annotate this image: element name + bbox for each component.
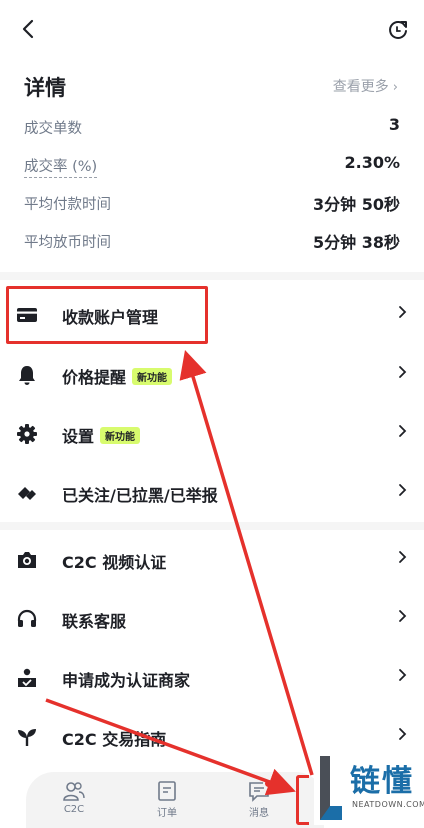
menu-item-label: C2C 视频认证 — [62, 553, 167, 572]
details-title: 详情 — [24, 76, 66, 100]
top-bar — [0, 0, 424, 60]
stat-value: 3 — [388, 115, 400, 134]
watermark-subtitle: NEATDOWN.COM — [352, 800, 424, 809]
refresh-icon[interactable] — [386, 18, 410, 42]
stat-row: 平均放币时间 5分钟 38秒 — [24, 229, 400, 253]
menu-item-label: 申请成为认证商家 — [62, 671, 191, 690]
stat-label: 成交单数 — [24, 121, 82, 137]
view-more-link[interactable]: 查看更多 › — [333, 76, 398, 96]
tab-c2c[interactable]: C2C — [44, 778, 104, 824]
menu-item-customer-service[interactable]: 联系客服 — [0, 590, 424, 648]
stat-row: 成交单数 3 — [24, 115, 400, 139]
tab-messages[interactable]: 消息 — [229, 778, 289, 824]
stat-label: 平均付款时间 — [24, 197, 111, 213]
highlight-box — [6, 286, 208, 344]
menu-item-follow-block-report[interactable]: 已关注/已拉黑/已举报 — [0, 464, 424, 522]
new-feature-badge: 新功能 — [100, 427, 141, 444]
menu-item-settings[interactable]: 设置 新功能 — [0, 405, 424, 463]
headphones-icon — [17, 609, 37, 627]
tab-label: 订单 — [157, 808, 177, 819]
new-feature-badge: 新功能 — [132, 368, 173, 385]
tab-label: C2C — [63, 804, 85, 815]
watermark-logo — [320, 756, 342, 820]
stat-label[interactable]: 成交率 (%) — [24, 155, 98, 178]
chevron-right-icon — [399, 728, 407, 740]
camera-icon — [18, 552, 36, 568]
menu-item-text: 设置 — [62, 427, 95, 446]
bell-icon — [19, 366, 35, 385]
highlight-bracket — [296, 775, 309, 825]
menu-item-become-merchant[interactable]: 申请成为认证商家 — [0, 649, 424, 707]
chevron-right-icon — [399, 610, 407, 622]
sprout-icon — [18, 729, 36, 746]
view-more-label: 查看更多 — [332, 79, 389, 95]
tab-label: 消息 — [249, 808, 269, 819]
users-icon — [63, 782, 85, 801]
tag-icon — [18, 487, 36, 500]
menu-item-label: 联系客服 — [62, 612, 127, 631]
watermark: 链懂 NEATDOWN.COM — [314, 752, 424, 825]
menu-item-video-verification[interactable]: C2C 视频认证 — [0, 531, 424, 589]
chevron-right-icon — [399, 551, 407, 563]
menu-item-label: C2C 交易指南 — [62, 730, 167, 749]
stat-label: 平均放币时间 — [24, 235, 111, 251]
section-divider — [0, 522, 424, 530]
stat-row: 成交率 (%) 2.30% — [24, 153, 400, 178]
watermark-title: 链懂 — [350, 764, 414, 799]
gear-icon — [17, 424, 37, 444]
notification-dot — [263, 778, 274, 789]
stat-row: 平均付款时间 3分钟 50秒 — [24, 191, 400, 215]
chevron-right-icon — [399, 306, 407, 318]
document-icon — [158, 781, 176, 801]
menu-item-price-alert[interactable]: 价格提醒 新功能 — [0, 346, 424, 404]
menu-item-label: 价格提醒 新功能 — [62, 364, 173, 388]
merchant-icon — [18, 668, 36, 687]
stat-value: 2.30% — [344, 153, 400, 172]
tab-orders[interactable]: 订单 — [137, 778, 197, 824]
bottom-tab-bar: C2C 订单 消息 — [26, 772, 324, 828]
menu-item-label: 已关注/已拉黑/已举报 — [62, 486, 218, 505]
chevron-right-icon — [399, 425, 407, 437]
stat-value: 5分钟 38秒 — [313, 233, 400, 252]
stat-value: 3分钟 50秒 — [313, 195, 400, 214]
menu-item-label: 设置 新功能 — [62, 423, 141, 447]
chevron-right-icon — [399, 669, 407, 681]
section-divider — [0, 272, 424, 280]
menu-item-text: 价格提醒 — [62, 368, 127, 387]
chevron-right-icon — [399, 484, 407, 496]
chevron-left-icon[interactable] — [18, 18, 40, 40]
chevron-right-icon — [399, 366, 407, 378]
chevron-right-icon: › — [392, 80, 398, 95]
